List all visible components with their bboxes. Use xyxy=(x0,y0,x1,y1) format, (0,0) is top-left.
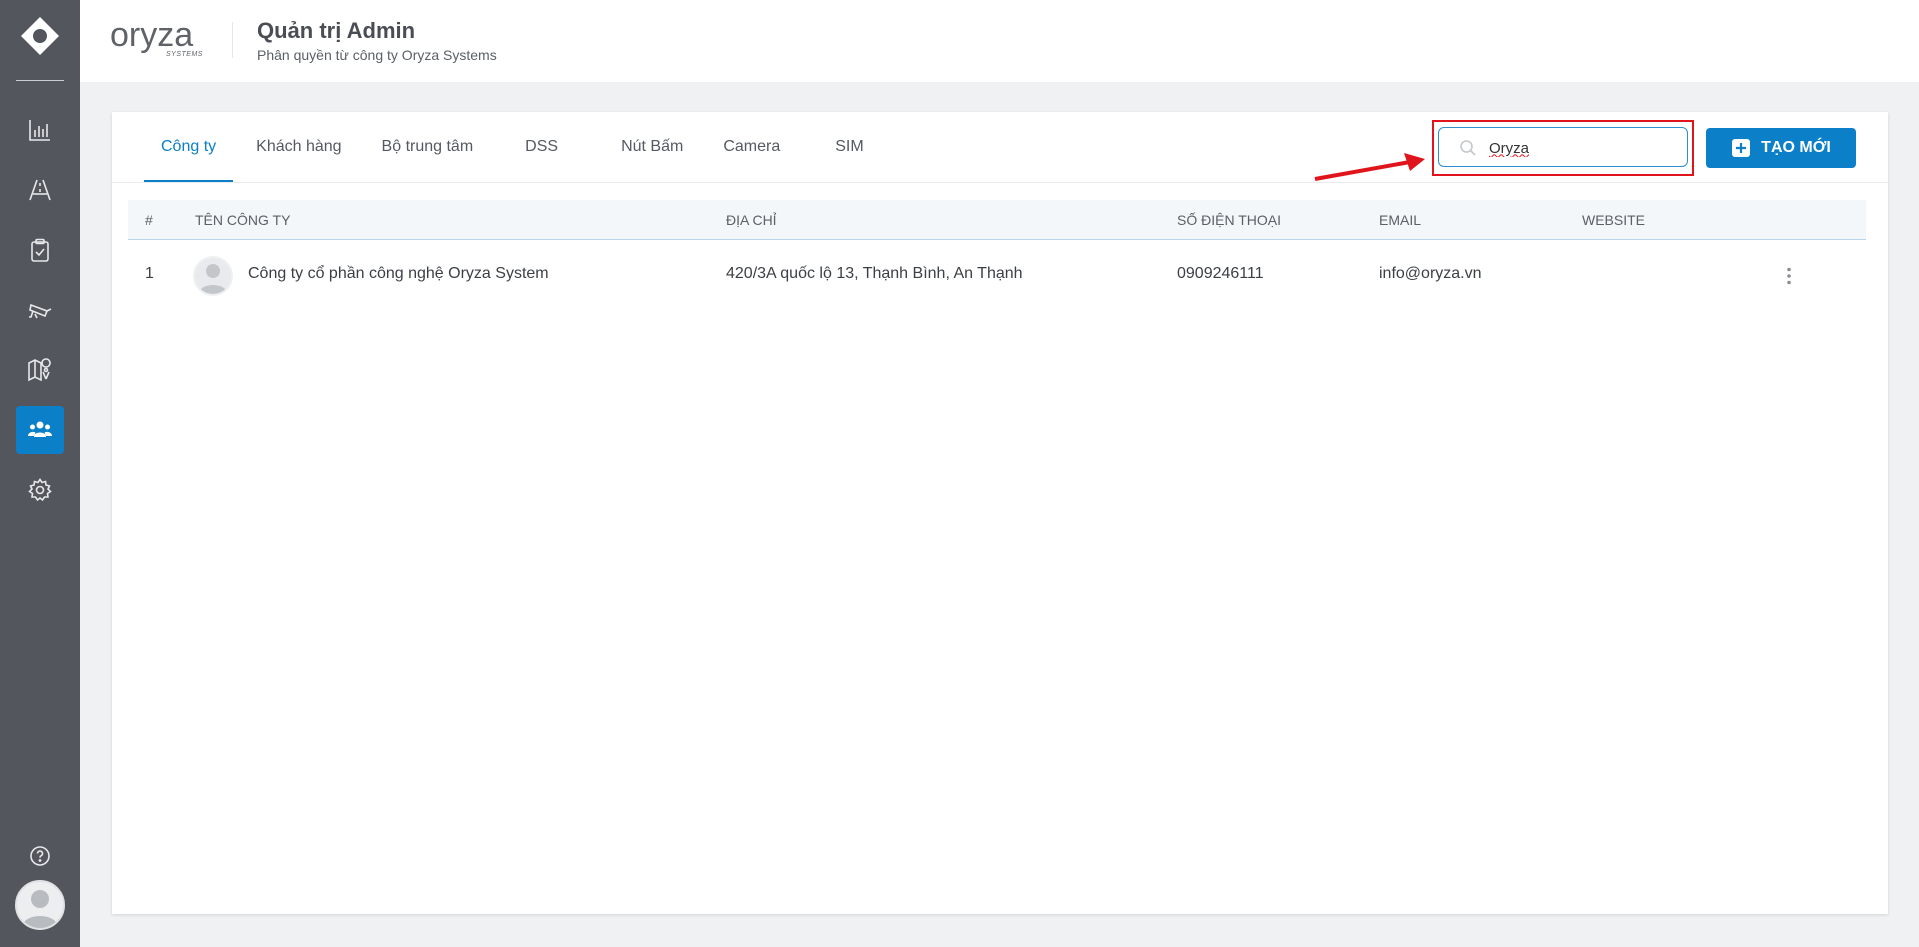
page-title: Quản trị Admin xyxy=(257,18,416,43)
column-header-phone[interactable]: SỐ ĐIỆN THOẠI xyxy=(1177,212,1281,228)
sidebar-item-camera[interactable] xyxy=(16,286,64,334)
company-table: # TÊN CÔNG TY ĐỊA CHỈ SỐ ĐIỆN THOẠI EMAI… xyxy=(128,200,1866,312)
clipboard-check-icon xyxy=(31,238,49,262)
annotation-arrow-icon xyxy=(1314,153,1425,181)
tab-label: Bộ trung tâm xyxy=(381,138,474,155)
sidebar-divider xyxy=(16,80,64,81)
app-logo-icon[interactable] xyxy=(20,16,60,56)
map-pin-icon xyxy=(28,358,51,382)
user-avatar-icon xyxy=(22,890,58,928)
company-avatar xyxy=(193,256,233,296)
tab-camera[interactable]: Camera xyxy=(693,112,790,182)
search-icon xyxy=(1460,140,1476,156)
column-header-address[interactable]: ĐỊA CHỈ xyxy=(726,212,777,228)
search-input[interactable] xyxy=(1489,134,1679,162)
oryza-logo[interactable]: oryza SYSTEMS xyxy=(110,16,220,62)
tab-label: Công ty xyxy=(161,138,217,155)
column-header-website[interactable]: WEBSITE xyxy=(1582,212,1645,228)
create-new-label: TẠO MỚI xyxy=(1761,139,1831,156)
company-email: info@oryza.vn xyxy=(1379,265,1482,282)
column-header-index: # xyxy=(145,212,153,228)
sidebar-item-tasks[interactable] xyxy=(16,226,64,274)
table-row[interactable]: 1 Công ty cổ phần công nghệ Oryza System… xyxy=(128,240,1866,312)
help-button[interactable] xyxy=(16,832,64,880)
sidebar-item-settings[interactable] xyxy=(16,466,64,514)
sidebar-item-dashboard[interactable] xyxy=(16,106,64,154)
users-icon xyxy=(28,421,52,437)
row-index: 1 xyxy=(145,265,154,282)
tab-label: Khách hàng xyxy=(256,138,342,155)
tab-bar: Công ty Khách hàng Bộ trung tâm DSS Nút … xyxy=(144,112,874,183)
tab-central-unit[interactable]: Bộ trung tâm xyxy=(352,112,484,182)
tab-divider xyxy=(112,182,1888,183)
svg-text:oryza: oryza xyxy=(110,16,193,54)
tab-label: SIM xyxy=(835,138,864,155)
company-avatar-icon xyxy=(199,264,227,294)
sidebar-item-road[interactable] xyxy=(16,166,64,214)
content-card: Công ty Khách hàng Bộ trung tâm DSS Nút … xyxy=(112,112,1888,914)
tab-buttons[interactable]: Nút Bấm xyxy=(568,112,693,182)
tab-customers[interactable]: Khách hàng xyxy=(233,112,351,182)
company-phone: 0909246111 xyxy=(1177,265,1264,282)
page-subtitle: Phân quyền từ công ty Oryza Systems xyxy=(257,47,497,63)
sidebar-item-map[interactable] xyxy=(16,346,64,394)
tab-company[interactable]: Công ty xyxy=(144,112,234,183)
tab-sim[interactable]: SIM xyxy=(790,112,873,182)
column-header-email[interactable]: EMAIL xyxy=(1379,212,1421,228)
search-box[interactable] xyxy=(1438,127,1688,167)
tab-label: Camera xyxy=(723,138,781,155)
header-divider xyxy=(232,22,233,58)
column-header-name[interactable]: TÊN CÔNG TY xyxy=(195,212,290,228)
user-avatar[interactable] xyxy=(15,880,65,930)
create-new-button[interactable]: TẠO MỚI xyxy=(1706,128,1856,168)
company-address: 420/3A quốc lộ 13, Thạnh Bình, An Thạnh xyxy=(726,265,1023,282)
plus-square-icon xyxy=(1732,139,1751,157)
more-options-icon[interactable] xyxy=(1784,266,1794,286)
tab-dss[interactable]: DSS xyxy=(483,112,568,182)
road-icon xyxy=(29,179,51,201)
company-name: Công ty cổ phần công nghệ Oryza System xyxy=(248,265,549,282)
sidebar xyxy=(0,0,80,947)
table-header: # TÊN CÔNG TY ĐỊA CHỈ SỐ ĐIỆN THOẠI EMAI… xyxy=(128,200,1866,240)
bar-chart-icon xyxy=(29,120,50,141)
svg-text:SYSTEMS: SYSTEMS xyxy=(166,51,203,58)
question-circle-icon xyxy=(30,846,50,866)
cctv-camera-icon xyxy=(29,303,52,319)
tab-label: Nút Bấm xyxy=(621,138,684,155)
gear-icon xyxy=(28,478,52,502)
tab-label: DSS xyxy=(525,138,559,155)
sidebar-item-users[interactable] xyxy=(16,406,64,454)
top-header: oryza SYSTEMS Quản trị Admin Phân quyền … xyxy=(80,0,1919,82)
